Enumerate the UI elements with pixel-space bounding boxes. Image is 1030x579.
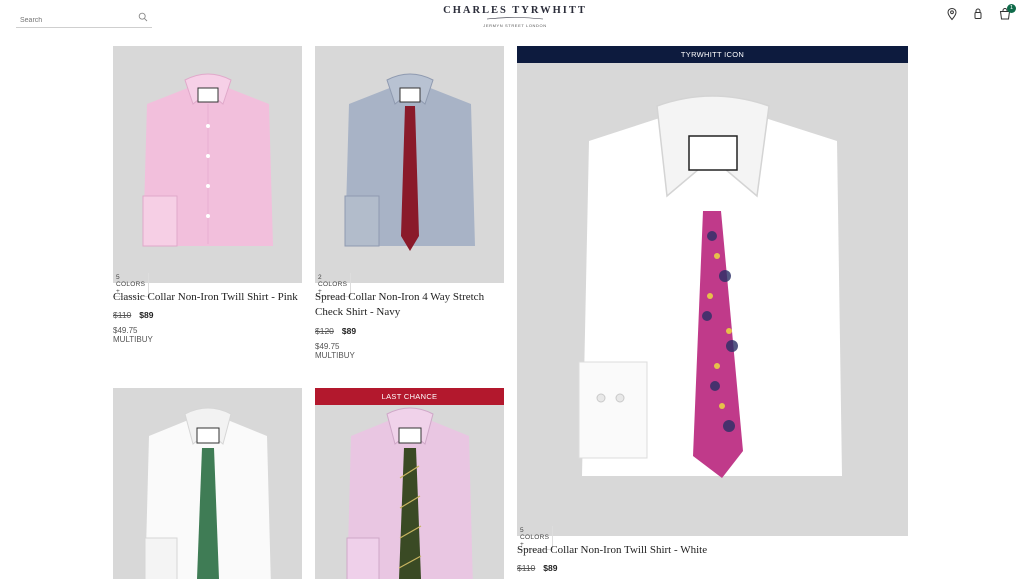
- price-now: $89: [139, 310, 154, 320]
- product-image[interactable]: TYRWHITT ICON: [517, 46, 908, 536]
- price-was: $120: [315, 326, 334, 336]
- price-was: $110: [113, 310, 132, 320]
- price: $110 $89: [517, 563, 557, 573]
- brand-name: CHARLES TYRWHITT: [443, 5, 587, 16]
- price: $110 $89: [113, 310, 153, 320]
- product-title[interactable]: Spread Collar Non-Iron 4 Way Stretch Che…: [315, 290, 515, 320]
- multibuy-price: $49.75 MULTIBUY: [113, 326, 153, 344]
- product-image[interactable]: LAST CHANCE: [315, 388, 504, 579]
- shirt-illustration: [346, 407, 473, 579]
- shirt-illustration: [344, 73, 475, 251]
- product-title[interactable]: Classic Collar Non-Iron Twill Shirt - Pi…: [113, 290, 308, 305]
- product-title-line: Spread Collar Non-Iron 4 Way Stretch: [315, 291, 485, 303]
- multibuy-price: $49.75 MULTIBUY: [315, 342, 355, 360]
- price-was: $110: [517, 563, 536, 573]
- brand-logo[interactable]: CHARLES TYRWHITT JERMYN STREET LONDON: [440, 5, 590, 28]
- shirt-illustration: [142, 73, 273, 247]
- brand-tagline: JERMYN STREET LONDON: [483, 23, 547, 28]
- product-image[interactable]: [113, 388, 302, 579]
- location-pin-icon[interactable]: [945, 7, 959, 21]
- search-input[interactable]: [16, 12, 130, 29]
- price: $120 $89: [315, 326, 356, 336]
- bag-count-badge: 1: [1007, 4, 1016, 13]
- search-bar[interactable]: [16, 9, 152, 29]
- shirt-illustration: [578, 95, 842, 478]
- price-now: $89: [341, 326, 357, 336]
- price-now: $89: [543, 563, 558, 573]
- product-image[interactable]: [113, 46, 302, 283]
- search-icon[interactable]: [138, 12, 148, 22]
- product-title[interactable]: Spread Collar Non-Iron Twill Shirt - Whi…: [517, 543, 817, 558]
- product-title-line: Check Shirt - Navy: [315, 306, 401, 318]
- product-image[interactable]: [315, 46, 504, 283]
- promo-banner: LAST CHANCE: [315, 388, 504, 405]
- account-icon[interactable]: [971, 7, 985, 21]
- logo-swash: [486, 17, 544, 20]
- shirt-illustration: [144, 407, 271, 579]
- promo-banner: TYRWHITT ICON: [517, 46, 908, 63]
